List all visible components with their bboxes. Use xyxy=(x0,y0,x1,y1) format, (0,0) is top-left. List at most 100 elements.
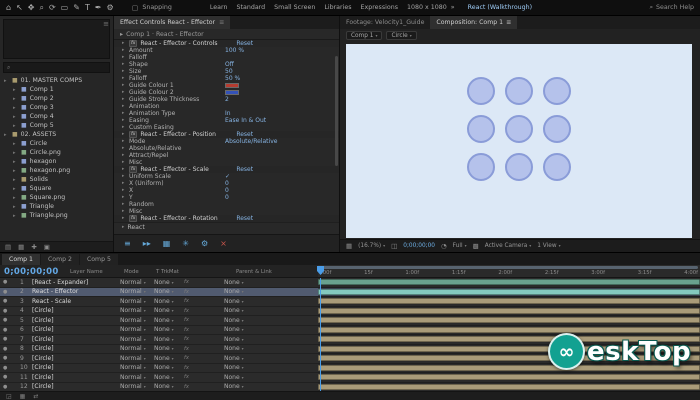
breadcrumb-chip[interactable]: Circle xyxy=(386,31,417,40)
workspace-tab[interactable]: Expressions xyxy=(361,4,398,11)
twirl-icon[interactable]: ▸ xyxy=(122,132,129,137)
twirl-icon[interactable]: ▸ xyxy=(122,62,129,67)
parent-link-select[interactable]: None xyxy=(224,317,274,324)
twirl-icon[interactable]: ▸ xyxy=(122,202,129,207)
layer-name[interactable]: [Circle] xyxy=(32,345,120,352)
trkmat-select[interactable]: None xyxy=(154,383,184,390)
twirl-icon[interactable]: ▸ xyxy=(122,153,129,158)
layer-name[interactable]: [Circle] xyxy=(32,317,120,324)
project-item[interactable]: ▸ ■ Circle.png xyxy=(0,148,113,157)
channels-icon[interactable]: ◔ xyxy=(441,242,447,250)
time-ruler[interactable]: :00f 15f 1:00f 1:15f 2:00f 2:15f 3:00f 3:15f 4:0… xyxy=(318,265,700,278)
effect-property-row[interactable]: ▸ fx Absolute/Relative xyxy=(114,145,339,152)
layer-name[interactable]: [React - Expander] xyxy=(32,279,120,286)
blend-mode-select[interactable]: Normal xyxy=(120,317,154,324)
layer-name[interactable]: [Circle] xyxy=(32,355,120,362)
parent-link-select[interactable]: None xyxy=(224,374,274,381)
project-footer-icon[interactable]: ▣ xyxy=(44,243,50,251)
layer-switches-icon[interactable]: fx xyxy=(184,336,224,342)
column-header-trkmat[interactable]: T TrkMat xyxy=(156,269,179,275)
effect-property-value[interactable]: Reset xyxy=(236,166,253,173)
twirl-icon[interactable]: ▸ xyxy=(122,48,129,53)
twirl-icon[interactable]: ▸ xyxy=(122,209,129,214)
view-layout-select[interactable]: 1 View xyxy=(537,243,560,249)
script-toolbar-icon[interactable]: ≡ xyxy=(124,239,131,248)
viewer-timecode[interactable]: 0;00;00;00 xyxy=(403,243,435,249)
camera-select[interactable]: Active Camera xyxy=(485,243,532,249)
tab-footage[interactable]: Footage: Velocity1_Guide xyxy=(340,16,430,29)
circle-shape[interactable] xyxy=(505,153,533,181)
layer-switches-icon[interactable]: fx xyxy=(184,384,224,390)
twirl-icon[interactable]: ▸ xyxy=(122,167,129,172)
tool-icon[interactable]: ✎ xyxy=(73,3,80,12)
composition-canvas[interactable] xyxy=(346,44,692,238)
twirl-icon[interactable]: ▸ xyxy=(122,90,129,95)
snapshot-icon[interactable]: ◫ xyxy=(391,242,397,250)
twirl-icon[interactable]: ▸ xyxy=(13,195,18,201)
tool-icon[interactable]: ⚙ xyxy=(107,3,114,12)
layer-switches-icon[interactable]: fx xyxy=(184,346,224,352)
circle-shape[interactable] xyxy=(467,153,495,181)
project-item[interactable]: ▸ ■ hexagon.png xyxy=(0,166,113,175)
resolution-select[interactable]: Full xyxy=(453,243,467,249)
parent-link-select[interactable]: None xyxy=(224,364,274,371)
twirl-icon[interactable]: ▸ xyxy=(122,225,124,230)
layer-switches-icon[interactable]: fx xyxy=(184,355,224,361)
effect-property-value[interactable]: 50 % xyxy=(225,75,240,82)
effect-property-row[interactable]: ▸ fx Easing Ease In & Out xyxy=(114,117,339,124)
search-help[interactable]: ⌕ Search Help xyxy=(649,4,694,12)
effect-property-row[interactable]: ▸ fx Amount 100 % xyxy=(114,47,339,54)
effect-property-value[interactable]: 0 xyxy=(225,187,229,194)
twirl-icon[interactable]: ▸ xyxy=(122,181,129,186)
effect-property-value[interactable]: In xyxy=(225,110,231,117)
layer-row[interactable]: ● 4 [Circle] Normal None fx None xyxy=(0,306,318,316)
twirl-icon[interactable]: ▸ xyxy=(122,104,129,109)
effect-property-row[interactable]: ▸ fx X 0 xyxy=(114,187,339,194)
layer-row[interactable]: ● 9 [Circle] Normal None fx None xyxy=(0,354,318,364)
twirl-icon[interactable]: ▸ xyxy=(13,141,18,147)
trkmat-select[interactable]: None xyxy=(154,374,184,381)
visibility-toggle-icon[interactable]: ● xyxy=(0,317,20,323)
twirl-icon[interactable]: ▸ xyxy=(122,160,129,165)
visibility-toggle-icon[interactable]: ● xyxy=(0,289,20,295)
project-footer-icon[interactable]: ▦ xyxy=(18,243,24,251)
layer-row[interactable]: ● 3 React - Scale Normal None fx None xyxy=(0,297,318,307)
trkmat-select[interactable]: None xyxy=(154,364,184,371)
twirl-icon[interactable]: ▸ xyxy=(13,105,18,111)
panel-menu-icon[interactable]: ≡ xyxy=(103,20,109,28)
effect-property-row[interactable]: ▸ fx Y 0 xyxy=(114,194,339,201)
visibility-toggle-icon[interactable]: ● xyxy=(0,336,20,342)
blend-mode-select[interactable]: Normal xyxy=(120,307,154,314)
layer-name[interactable]: [Circle] xyxy=(32,326,120,333)
transparency-grid-icon[interactable]: ▩ xyxy=(473,242,479,250)
project-footer-icon[interactable]: ▤ xyxy=(5,243,11,251)
effect-property-row[interactable]: ▸ fx React - Effector - Position Reset xyxy=(114,131,339,138)
twirl-icon[interactable]: ▸ xyxy=(122,97,129,102)
layer-switches-icon[interactable]: fx xyxy=(184,289,224,295)
twirl-icon[interactable]: ▸ xyxy=(13,213,18,219)
blend-mode-select[interactable]: Normal xyxy=(120,364,154,371)
circle-shape[interactable] xyxy=(543,115,571,143)
tab-composition[interactable]: Composition: Comp 1 ≡ xyxy=(430,16,518,29)
project-item[interactable]: ▸ ■ Comp 5 xyxy=(0,121,113,130)
zoom-level-select[interactable]: (16.7%) xyxy=(358,243,385,249)
workspace-tab[interactable]: Standard xyxy=(237,4,266,11)
layer-name[interactable]: [Circle] xyxy=(32,336,120,343)
visibility-toggle-icon[interactable]: ● xyxy=(0,346,20,352)
color-swatch[interactable] xyxy=(225,90,239,95)
circle-shape[interactable] xyxy=(505,77,533,105)
twirl-icon[interactable]: ▸ xyxy=(122,195,129,200)
effect-property-value[interactable]: Absolute/Relative xyxy=(225,138,277,145)
parent-link-select[interactable]: None xyxy=(224,383,274,390)
layer-row[interactable]: ● 7 [Circle] Normal None fx None xyxy=(0,335,318,345)
project-item[interactable]: ▸ ■ Comp 4 xyxy=(0,112,113,121)
circle-shape[interactable] xyxy=(543,77,571,105)
script-toolbar-icon[interactable]: × xyxy=(220,239,227,248)
project-item[interactable]: ▸ ■ Square.png xyxy=(0,193,113,202)
effect-property-value[interactable]: Ease In & Out xyxy=(225,117,266,124)
timeline-navigator-bar[interactable] xyxy=(320,266,698,269)
parent-link-select[interactable]: None xyxy=(224,279,274,286)
layer-row[interactable]: ● 11 [Circle] Normal None fx None xyxy=(0,373,318,383)
panel-menu-icon[interactable]: ≡ xyxy=(219,19,224,26)
effect-property-value[interactable]: 100 % xyxy=(225,47,244,54)
